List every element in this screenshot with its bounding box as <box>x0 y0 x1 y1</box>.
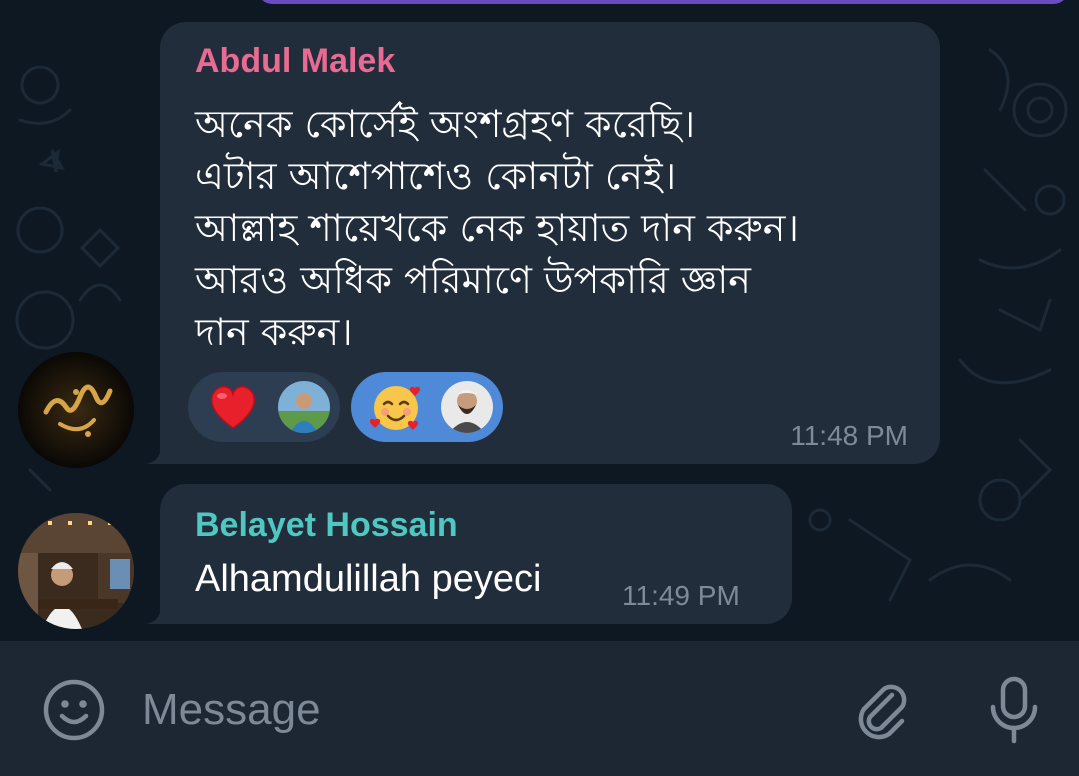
reactor-avatar <box>441 381 493 433</box>
person-avatar-icon <box>18 513 134 629</box>
message-composer <box>0 641 1079 776</box>
message-line: দান করুন। <box>195 310 353 354</box>
microphone-icon[interactable] <box>986 675 1042 747</box>
message-line: এটার আশেপাশেও কোনটা নেই। <box>195 154 677 198</box>
smile-icon[interactable] <box>42 678 106 742</box>
message-time: 11:48 PM <box>790 420 908 451</box>
reactor-avatar <box>278 381 330 433</box>
sender-name[interactable]: Abdul Malek <box>195 42 395 81</box>
bubble-tail <box>146 440 170 464</box>
paperclip-icon[interactable] <box>852 679 914 741</box>
message-line: আল্লাহ শায়েখকে নেক হায়াত দান করুন। <box>195 206 799 250</box>
smiling-face-with-hearts-icon <box>369 386 421 430</box>
message-text: অনেক কোর্সেই অংশগ্রহণ করেছি। এটার আশেপাশ… <box>195 98 915 358</box>
heart-icon <box>211 386 255 429</box>
calligraphy-avatar-icon <box>18 352 134 468</box>
message-line: আরও অধিক পরিমাণে উপকারি জ্ঞান <box>195 258 751 302</box>
reaction-heart[interactable] <box>188 372 340 442</box>
sender-name[interactable]: Belayet Hossain <box>195 506 458 545</box>
chat-area[interactable]: Abdul Malek অনেক কোর্সেই অংশগ্রহণ করেছি।… <box>0 0 1079 641</box>
avatar[interactable] <box>18 352 134 468</box>
avatar[interactable] <box>18 513 134 629</box>
message-bubble[interactable]: Belayet Hossain Alhamdulillah peyeci 11:… <box>160 484 792 624</box>
previous-message-bubble-edge <box>258 0 1068 4</box>
message-input[interactable] <box>140 681 824 739</box>
message-text: Alhamdulillah peyeci <box>195 558 542 600</box>
message-bubble[interactable]: Abdul Malek অনেক কোর্সেই অংশগ্রহণ করেছি।… <box>160 22 940 464</box>
message-line: অনেক কোর্সেই অংশগ্রহণ করেছি। <box>195 102 696 146</box>
message-time: 11:49 PM <box>622 580 740 611</box>
bubble-tail <box>146 600 170 624</box>
reaction-smiling-face-with-hearts[interactable] <box>351 372 503 442</box>
